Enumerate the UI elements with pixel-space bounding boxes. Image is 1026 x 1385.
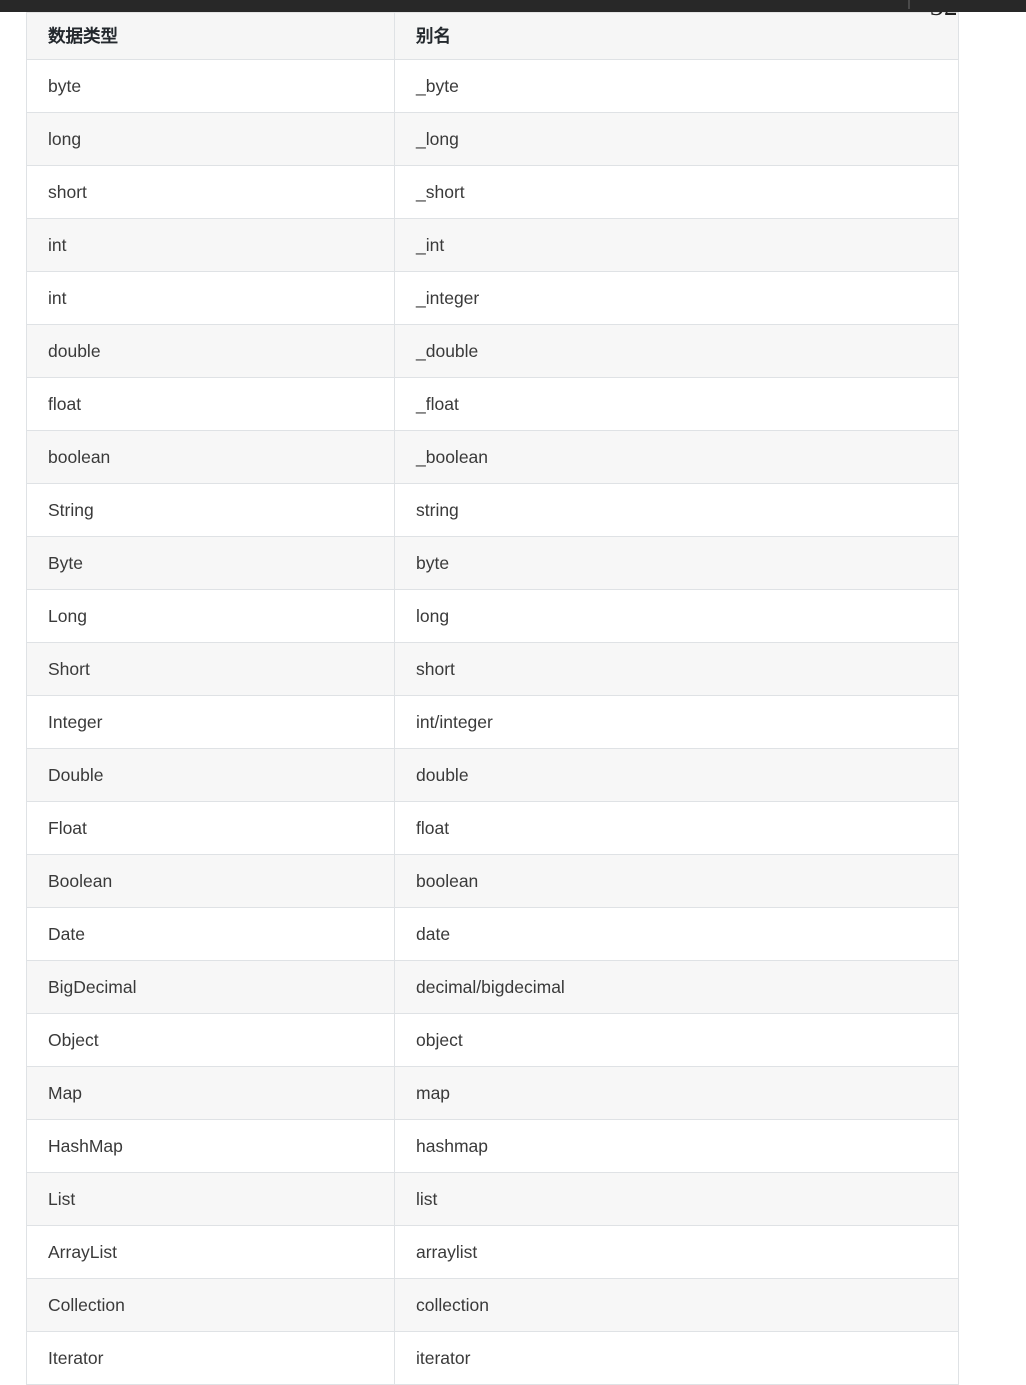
cell-alias: _byte bbox=[394, 59, 959, 113]
table-row: Boolean boolean bbox=[26, 854, 959, 908]
cell-alias: string bbox=[394, 483, 959, 537]
cell-data-type: Object bbox=[26, 1013, 395, 1067]
cell-alias: int/integer bbox=[394, 695, 959, 749]
cell-data-type: HashMap bbox=[26, 1119, 395, 1173]
cell-data-type: String bbox=[26, 483, 395, 537]
table-row: double _double bbox=[26, 324, 959, 378]
cell-data-type: Date bbox=[26, 907, 395, 961]
cell-data-type: Long bbox=[26, 589, 395, 643]
cell-alias: _double bbox=[394, 324, 959, 378]
cell-data-type: Iterator bbox=[26, 1331, 395, 1385]
table-row: Short short bbox=[26, 642, 959, 696]
cell-data-type: byte bbox=[26, 59, 395, 113]
table-row: BigDecimal decimal/bigdecimal bbox=[26, 960, 959, 1014]
cell-alias: object bbox=[394, 1013, 959, 1067]
cell-data-type: Float bbox=[26, 801, 395, 855]
cell-alias: hashmap bbox=[394, 1119, 959, 1173]
cell-alias: _boolean bbox=[394, 430, 959, 484]
table-row: Long long bbox=[26, 589, 959, 643]
table-row: String string bbox=[26, 483, 959, 537]
cell-data-type: List bbox=[26, 1172, 395, 1226]
cell-alias: arraylist bbox=[394, 1225, 959, 1279]
cell-data-type: short bbox=[26, 165, 395, 219]
cell-data-type: Map bbox=[26, 1066, 395, 1120]
cell-data-type: Integer bbox=[26, 695, 395, 749]
table-row: Date date bbox=[26, 907, 959, 961]
table-row: byte _byte bbox=[26, 59, 959, 113]
table-row: Integer int/integer bbox=[26, 695, 959, 749]
cell-alias: date bbox=[394, 907, 959, 961]
cell-alias: short bbox=[394, 642, 959, 696]
table-row: HashMap hashmap bbox=[26, 1119, 959, 1173]
table-row: Float float bbox=[26, 801, 959, 855]
cell-data-type: Boolean bbox=[26, 854, 395, 908]
table-row: Iterator iterator bbox=[26, 1331, 959, 1385]
table-row: List list bbox=[26, 1172, 959, 1226]
viewer-top-bar bbox=[0, 0, 1026, 12]
table-row: long _long bbox=[26, 112, 959, 166]
cell-alias: list bbox=[394, 1172, 959, 1226]
cell-data-type: float bbox=[26, 377, 395, 431]
cell-alias: byte bbox=[394, 536, 959, 590]
cell-data-type: Short bbox=[26, 642, 395, 696]
cell-data-type: Byte bbox=[26, 536, 395, 590]
cell-data-type: boolean bbox=[26, 430, 395, 484]
document-page: 数据类型 别名 byte _byte long _long short _short int… bbox=[0, 12, 1026, 1385]
cell-data-type: ArrayList bbox=[26, 1225, 395, 1279]
table-row: Double double bbox=[26, 748, 959, 802]
cell-alias: iterator bbox=[394, 1331, 959, 1385]
data-type-alias-table: 数据类型 别名 byte _byte long _long short _short int… bbox=[26, 12, 959, 1385]
cell-alias: _short bbox=[394, 165, 959, 219]
cell-alias: _int bbox=[394, 218, 959, 272]
cell-alias: map bbox=[394, 1066, 959, 1120]
cell-data-type: Collection bbox=[26, 1278, 395, 1332]
column-header-alias: 别名 bbox=[394, 12, 959, 60]
cell-alias: decimal/bigdecimal bbox=[394, 960, 959, 1014]
table-header-row: 数据类型 别名 bbox=[26, 12, 959, 60]
cell-alias: _float bbox=[394, 377, 959, 431]
table-row: short _short bbox=[26, 165, 959, 219]
table-row: ArrayList arraylist bbox=[26, 1225, 959, 1279]
cell-data-type: int bbox=[26, 271, 395, 325]
table-row: float _float bbox=[26, 377, 959, 431]
cell-alias: collection bbox=[394, 1278, 959, 1332]
cell-data-type: double bbox=[26, 324, 395, 378]
table-row: Object object bbox=[26, 1013, 959, 1067]
table-row: Map map bbox=[26, 1066, 959, 1120]
cell-data-type: Double bbox=[26, 748, 395, 802]
cell-alias: long bbox=[394, 589, 959, 643]
table-body: byte _byte long _long short _short int _int int _… bbox=[26, 59, 959, 1385]
table-row: int _integer bbox=[26, 271, 959, 325]
cell-alias: double bbox=[394, 748, 959, 802]
cell-data-type: int bbox=[26, 218, 395, 272]
table-row: Collection collection bbox=[26, 1278, 959, 1332]
cell-alias: _long bbox=[394, 112, 959, 166]
cell-alias: boolean bbox=[394, 854, 959, 908]
cell-data-type: BigDecimal bbox=[26, 960, 395, 1014]
table-row: Byte byte bbox=[26, 536, 959, 590]
cell-alias: _integer bbox=[394, 271, 959, 325]
table-row: int _int bbox=[26, 218, 959, 272]
viewer-scroll-tick bbox=[908, 0, 910, 9]
cell-data-type: long bbox=[26, 112, 395, 166]
table-row: boolean _boolean bbox=[26, 430, 959, 484]
column-header-data-type: 数据类型 bbox=[26, 12, 395, 60]
cell-alias: float bbox=[394, 801, 959, 855]
